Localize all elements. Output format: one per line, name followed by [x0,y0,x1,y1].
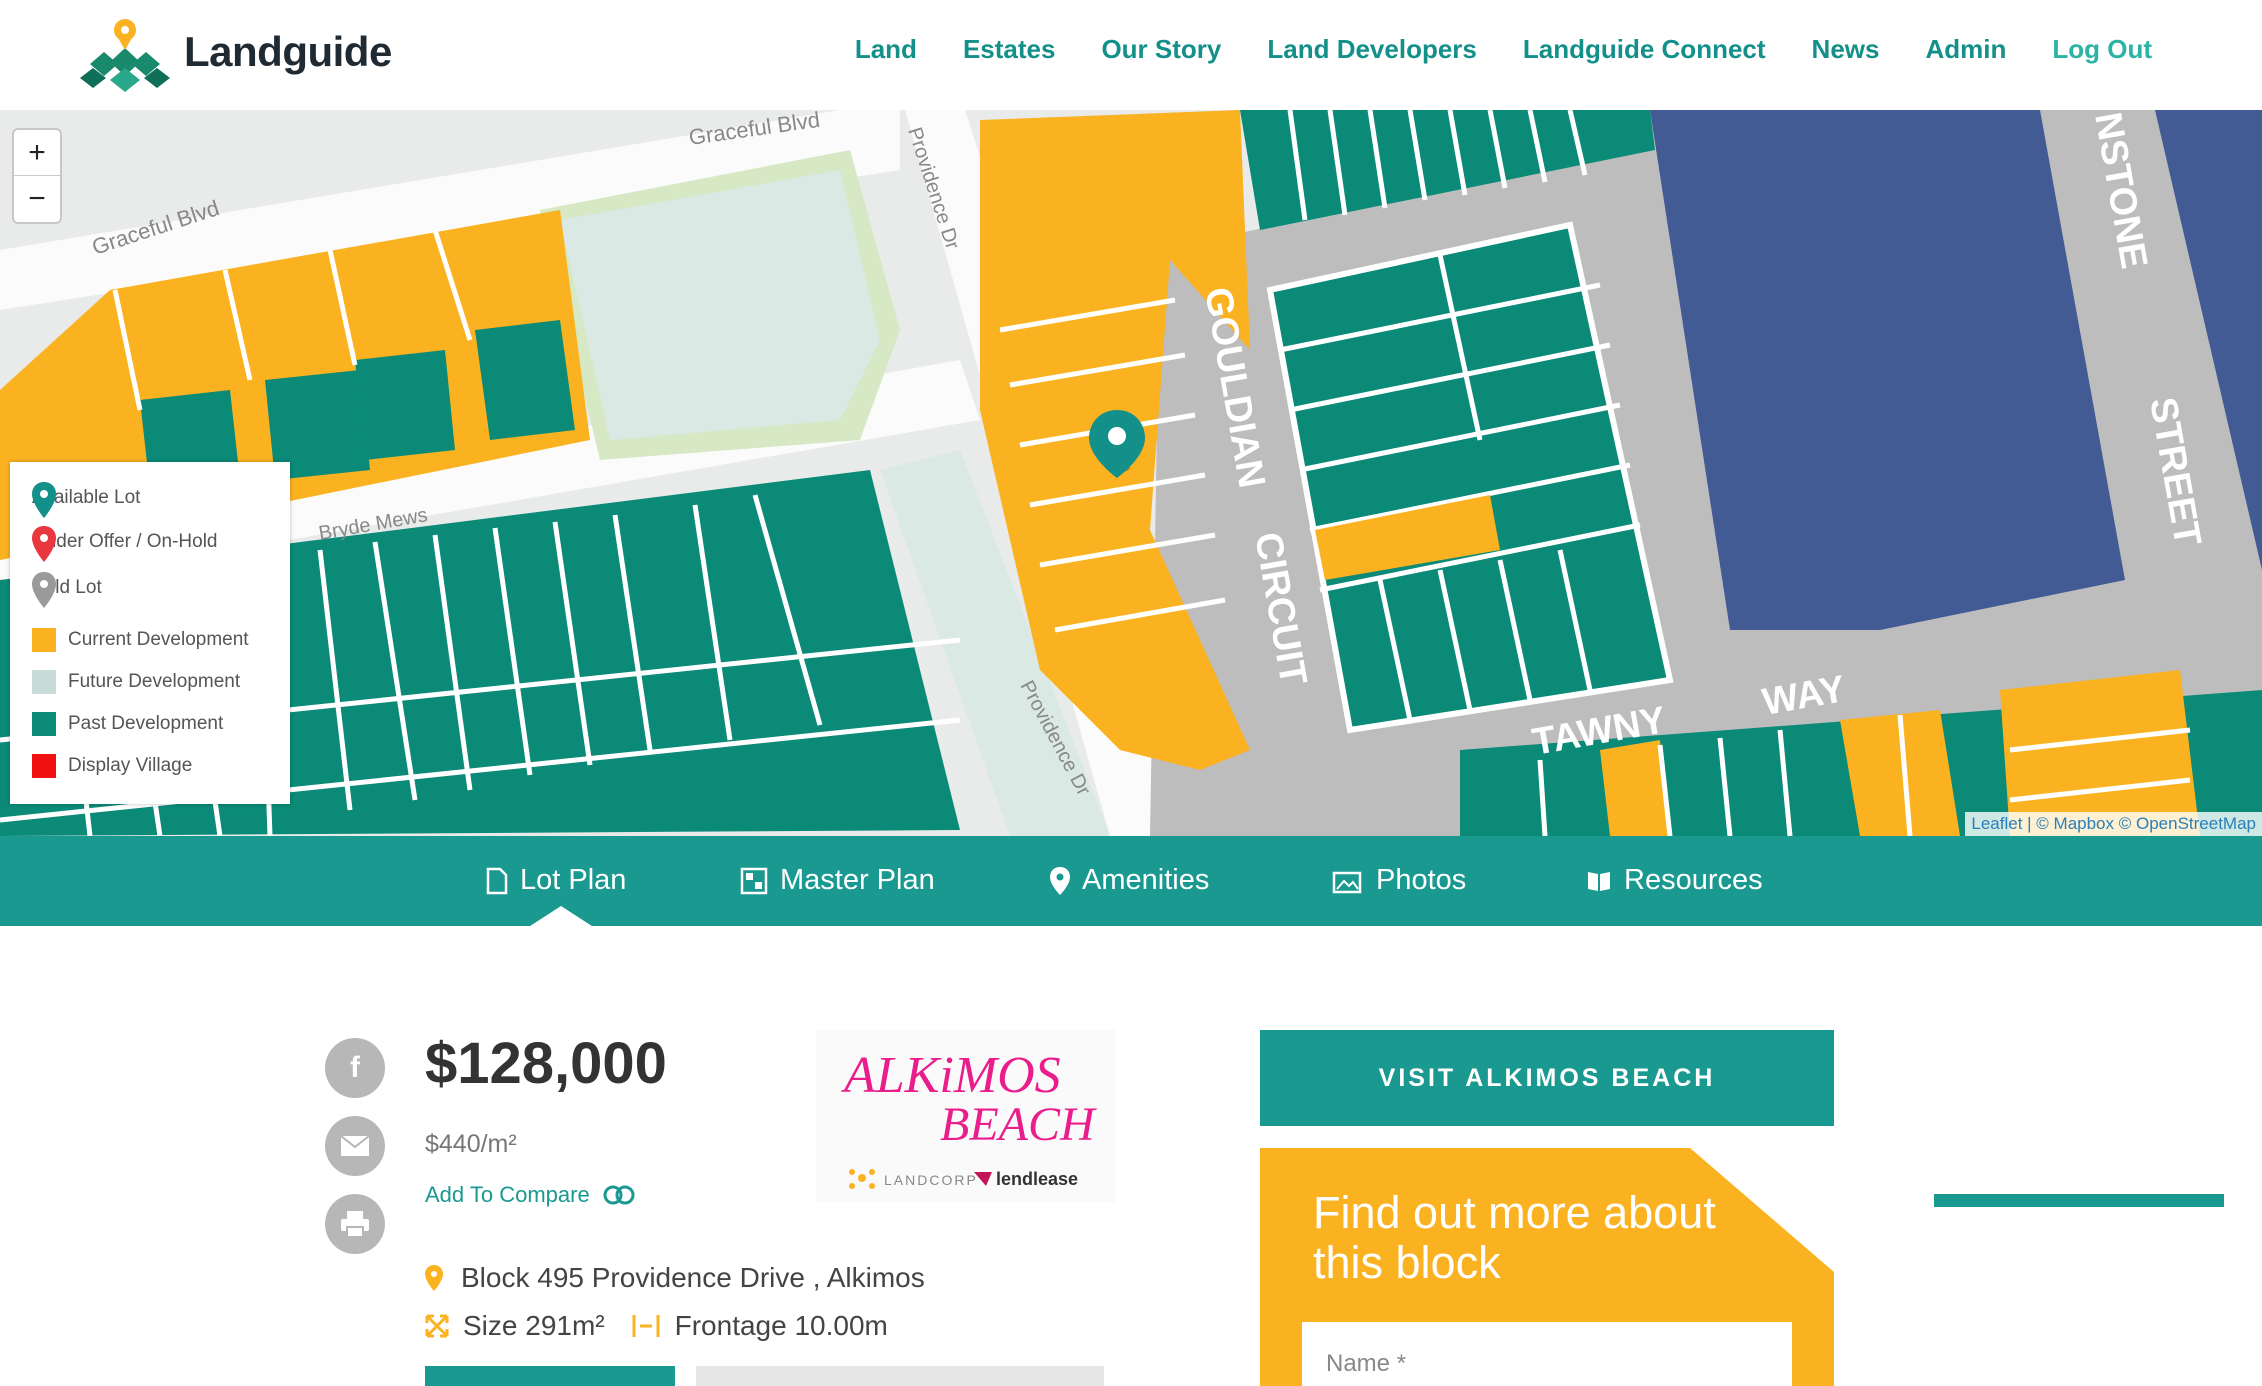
print-button[interactable] [325,1194,385,1254]
zoom-control: + − [12,128,62,224]
red-pin-icon [32,526,56,562]
nav-estates[interactable]: Estates [963,34,1056,65]
nav-land-developers[interactable]: Land Developers [1267,34,1477,65]
lot-address: Block 495 Providence Drive , Alkimos [425,1262,925,1294]
legend-available-lot: Available Lot [32,482,140,518]
facebook-share-button[interactable]: f [325,1038,385,1098]
green-pin-icon [32,482,56,518]
gray-pin-icon [32,572,56,608]
secondary-button[interactable] [696,1366,1104,1386]
estate-logo-graphic: ALKiMOS BEACH LANDCORP lendlease [841,1047,1097,1189]
frontage-icon [632,1315,660,1337]
tab-master-plan[interactable]: Master Plan [740,864,935,897]
tab-photos[interactable]: Photos [1332,864,1466,897]
legend-under-offer: Under Offer / On-Hold [32,526,218,562]
estate-logo-line2: BEACH [940,1098,1097,1151]
name-placeholder: Name * [1326,1350,1407,1377]
facebook-icon: f [350,1051,360,1084]
printer-icon [341,1211,369,1238]
legend-past-development: Past Development [32,708,223,740]
map-canvas[interactable]: Graceful Blvd Graceful Blvd Providence D… [0,110,2262,836]
email-share-button[interactable] [325,1116,385,1176]
lot-map[interactable]: Graceful Blvd Graceful Blvd Providence D… [0,110,2262,836]
map-pin-icon [1050,866,1070,895]
nav-land[interactable]: Land [855,34,917,65]
logo-text: Landguide [184,28,392,75]
plan-icon [740,867,768,894]
lot-price: $128,000 [425,1031,667,1096]
nav-landguide-connect[interactable]: Landguide Connect [1523,34,1766,65]
teal-swatch [32,712,56,736]
file-icon [486,867,508,894]
photos-icon [1332,871,1362,893]
site-header: Landguide Land Estates Our Story Land De… [0,0,2262,110]
red-swatch [32,754,56,778]
estate-logo-partner2: lendlease [996,1169,1078,1189]
active-tab-indicator [527,906,595,928]
landcorp-logo-icon [849,1169,875,1189]
compare-rings-icon [603,1185,635,1205]
landguide-logo[interactable]: Landguide [80,18,392,92]
nav-news[interactable]: News [1812,34,1880,65]
book-icon [1588,871,1610,891]
enquire-button[interactable] [425,1366,675,1386]
tab-amenities[interactable]: Amenities [1050,864,1209,897]
enquiry-title: Find out more about this block [1313,1187,1716,1288]
price-per-m2: $440/m² [425,1130,517,1158]
logo-mark-icon [80,19,170,92]
lot-size: Size 291m² Frontage 10.00m [425,1310,888,1342]
expand-arrows-icon [425,1314,449,1338]
alkimos-beach-logo[interactable]: ALKiMOS BEACH LANDCORP lendlease [816,1030,1116,1202]
nav-log-out[interactable]: Log Out [2052,34,2152,65]
estate-logo-partner1: LANDCORP [884,1172,978,1188]
map-legend: Available Lot Under Offer / On-Hold Sold… [10,462,290,804]
legend-sold-lot: Sold Lot [32,572,102,608]
estate-logo-line1: ALKiMOS [841,1047,1061,1104]
zoom-in-button[interactable]: + [14,130,60,176]
decorative-bar [1934,1194,2224,1207]
orange-swatch [32,628,56,652]
visit-estate-button[interactable]: VISIT ALKIMOS BEACH [1260,1030,1834,1126]
add-to-compare-link[interactable]: Add To Compare [425,1182,636,1208]
legend-current-development: Current Development [32,624,249,656]
nav-our-story[interactable]: Our Story [1101,34,1221,65]
tab-resources[interactable]: Resources [1586,864,1763,897]
legend-future-development: Future Development [32,666,240,698]
tab-lot-plan[interactable]: Lot Plan [486,864,626,897]
main-nav: Land Estates Our Story Land Developers L… [855,34,2152,65]
legend-display-village: Display Village [32,750,192,782]
map-attribution[interactable]: Leaflet | © Mapbox © OpenStreetMap [1965,812,2262,836]
envelope-icon [340,1135,370,1156]
lot-tab-bar: Lot Plan Master Plan Amenities Photos Re… [0,836,2262,926]
light-swatch [32,670,56,694]
zoom-out-button[interactable]: − [14,176,60,221]
nav-admin[interactable]: Admin [1925,34,2006,65]
location-pin-icon [425,1265,443,1291]
